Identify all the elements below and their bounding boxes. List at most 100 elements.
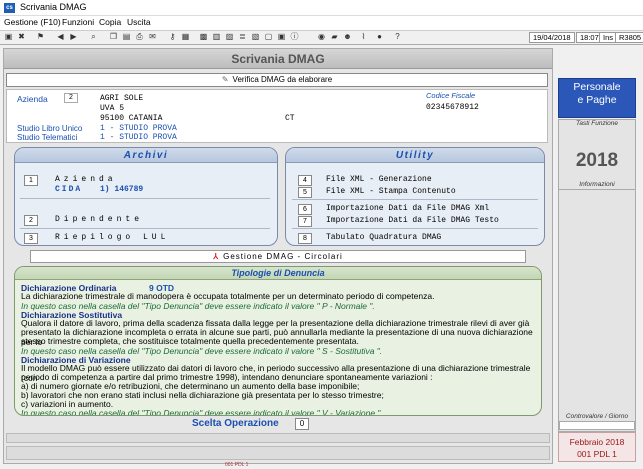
year-display: 2018 [575,150,619,171]
menu-gestione[interactable]: Gestione (F10) [4,17,61,27]
scelta-operazione-label: Scelta Operazione [192,418,279,429]
divider [20,228,270,229]
company-street: UVA 5 [100,104,125,113]
menu-funzioni[interactable]: Funzioni [62,17,94,27]
tasti-funzione-label: Tasti Funzione [575,120,619,127]
run-icon[interactable]: ⚑ [35,32,46,42]
circolari-button[interactable]: ⅄ Gestione DMAG - Circolari [30,250,526,263]
page-title: Scrivania DMAG [4,49,552,69]
archivi-item-azienda[interactable]: Azienda [55,175,117,184]
controvalore-label: Controvalore / Giorno [565,413,629,420]
window-title: Scrivania DMAG [20,2,87,12]
toolbar-code: R3805 [615,32,643,43]
list-icon[interactable]: ≣ [237,32,248,42]
informazioni-label: Informazioni [579,181,615,188]
divider [559,189,635,190]
tipologie-panel: Tipologie di Denuncia Dichiarazione Ordi… [14,266,542,416]
verify-dmag-button[interactable]: ✎ Verifica DMAG da elaborare [6,73,548,87]
pdf-icon: ⅄ [213,252,220,261]
utility-num-5[interactable]: 5 [298,187,312,198]
brand-logo: Personale e Paghe [558,78,636,118]
copy-icon[interactable]: ❐ [108,32,119,42]
brand-line-2: e Paghe [577,94,617,106]
period-box: Febbraio 2018 001 PDL 1 [558,432,636,462]
utility-panel: Utility [285,147,545,246]
utility-item-import-testo[interactable]: Importazione Dati da File DMAG Testo [326,216,499,225]
paste-icon[interactable]: ▤ [121,32,132,42]
mail-icon[interactable]: ✉ [147,32,158,42]
verify-icon: ✎ [221,75,229,84]
zoom-icon[interactable]: ⌕ [88,32,99,42]
verify-button-label: Verifica DMAG da elaborare [232,75,333,84]
divider [20,198,270,199]
controvalore-field [559,421,635,430]
azienda-label: Azienda [17,94,48,104]
company-province: CT [285,114,295,123]
archivi-num-3[interactable]: 3 [24,233,38,244]
calendar-icon[interactable]: ▨ [224,32,235,42]
app-icon: cs [4,3,15,13]
period-month: Febbraio 2018 [569,437,625,447]
brand-line-1: Personale [573,81,621,93]
attach-icon[interactable]: ⌇ [358,32,369,42]
save-icon[interactable]: ▣ [3,32,14,42]
archivi-num-2[interactable]: 2 [24,215,38,226]
title-bar [0,0,643,16]
menu-copia[interactable]: Copia [99,17,121,27]
circolari-label: Gestione DMAG - Circolari [223,252,343,261]
cida-label: CIDA [55,185,83,194]
key-icon[interactable]: ⚷ [167,32,178,42]
forward-arrow-icon[interactable]: ▶ [68,32,79,42]
archivi-item-dipendente[interactable]: Dipendente [55,215,143,224]
utility-num-8[interactable]: 8 [298,233,312,244]
studio-tele-label: Studio Telematici [17,133,78,142]
fiscal-code-value: 02345678912 [426,103,479,112]
archivi-num-1[interactable]: 1 [24,175,38,186]
print-icon[interactable]: ⎙ [134,32,145,42]
status-bar [6,433,550,443]
utility-num-6[interactable]: 6 [298,204,312,215]
divider [292,228,538,229]
chart-icon[interactable]: ▦ [180,32,191,42]
globe-icon[interactable]: ◉ [316,32,327,42]
info-icon[interactable]: ⓘ [289,32,300,42]
archivi-panel: Archivi [14,147,278,246]
table-icon[interactable]: ▥ [211,32,222,42]
record-icon[interactable]: ● [374,32,385,42]
utility-item-import-xml[interactable]: Importazione Dati da File DMAG Xml [326,204,489,213]
archivi-item-riepilogo[interactable]: Riepilogo LUL [55,233,169,242]
company-city: 95100 CATANIA [100,114,163,123]
utility-num-4[interactable]: 4 [298,175,312,186]
utility-num-7[interactable]: 7 [298,216,312,227]
utility-item-xml-stampa[interactable]: File XML - Stampa Contenuto [326,187,456,196]
grid-icon[interactable]: ▩ [198,32,209,42]
company-name: AGRI SOLE [100,94,144,103]
delete-icon[interactable]: ✖ [16,32,27,42]
tipologie-title: Tipologie di Denuncia [15,267,541,280]
utility-title: Utility [286,148,544,163]
back-arrow-icon[interactable]: ◀ [55,32,66,42]
studio-tele-value: 1 - STUDIO PROVA [100,133,177,142]
bottom-code: 001 PDL 1 [225,462,249,468]
folder-icon[interactable]: ▰ [329,32,340,42]
fiscal-code-label: Codice Fiscale [426,91,476,100]
calc-icon[interactable]: ▣ [276,32,287,42]
users-icon[interactable]: ☻ [342,32,353,42]
message-bar [6,446,550,460]
doc-icon[interactable]: ▢ [263,32,274,42]
archivi-title: Archivi [15,148,277,163]
utility-item-xml-generazione[interactable]: File XML - Generazione [326,175,432,184]
period-code: 001 PDL 1 [577,449,617,459]
menu-bar [0,16,643,30]
divider [292,199,538,200]
toolbar-date: 19/04/2018 [529,32,575,43]
studio-libro-label: Studio Libro Unico [17,124,83,133]
book-icon[interactable]: ▧ [250,32,261,42]
utility-item-tabulato[interactable]: Tabulato Quadratura DMAG [326,233,441,242]
scelta-operazione-input[interactable]: 0 [295,418,309,430]
help-icon[interactable]: ? [392,32,403,42]
menu-uscita[interactable]: Uscita [127,17,151,27]
cida-value: 1) 146789 [100,185,144,194]
studio-libro-value: 1 - STUDIO PROVA [100,124,177,133]
azienda-code-field[interactable]: 2 [64,93,78,103]
